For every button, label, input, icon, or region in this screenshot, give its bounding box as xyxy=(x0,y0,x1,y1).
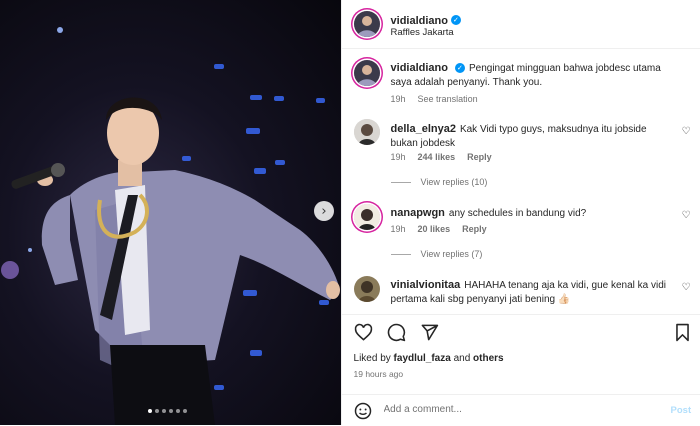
caption: vidialdiano ✓ Pengingat mingguan bahwa job… xyxy=(391,61,676,90)
avatar[interactable] xyxy=(353,60,380,86)
reply-button[interactable]: Reply xyxy=(467,152,492,162)
post-timestamp[interactable]: 19 hours ago xyxy=(354,369,404,379)
carousel-dot xyxy=(162,409,166,413)
comment-username[interactable]: nanapwgn xyxy=(391,207,445,219)
post-photo[interactable]: › xyxy=(0,0,341,425)
liked-by-user[interactable]: faydlul_faza xyxy=(394,353,451,364)
heart-icon[interactable]: ♡ xyxy=(682,126,691,137)
comment-meta: 19h 244 likes Reply xyxy=(391,152,492,162)
comment-meta: 19h 20 likes Reply xyxy=(391,224,487,234)
comment: vinialvionitaa HAHAHA tenang aja ka vidi,… xyxy=(391,278,676,307)
liked-by-and: and xyxy=(453,353,471,364)
verified-badge-icon: ✓ xyxy=(454,63,465,74)
emoji-icon[interactable] xyxy=(354,402,372,420)
post-header: vidialdiano ✓ Raffles Jakarta xyxy=(341,0,700,49)
avatar[interactable] xyxy=(353,119,380,145)
comment-composer: Post xyxy=(341,394,700,426)
carousel-dot xyxy=(176,409,180,413)
comment: nanapwgn any schedules in bandung vid? xyxy=(391,206,676,221)
comment-likes[interactable]: 20 likes xyxy=(418,224,451,234)
heart-icon[interactable] xyxy=(354,323,373,342)
divider xyxy=(390,181,411,183)
avatar[interactable] xyxy=(353,11,380,37)
see-translation-link[interactable]: See translation xyxy=(418,94,478,104)
view-replies-button[interactable]: View replies (10) xyxy=(390,177,488,187)
heart-icon[interactable]: ♡ xyxy=(682,282,691,293)
comment-username[interactable]: vinialvionitaa xyxy=(391,279,461,291)
heart-icon[interactable]: ♡ xyxy=(682,210,691,221)
carousel-indicator xyxy=(148,409,187,413)
liked-by-prefix: Liked by xyxy=(353,353,391,364)
liked-by-others[interactable]: others xyxy=(473,353,504,364)
chevron-right-icon: › xyxy=(321,203,327,219)
avatar[interactable] xyxy=(353,204,380,230)
post-side-panel: vidialdiano ✓ Raffles Jakarta vidialdiano… xyxy=(340,0,700,426)
comment-age[interactable]: 19h xyxy=(391,152,406,162)
caption-username[interactable]: vidialdiano xyxy=(391,62,448,74)
caption-meta: 19h See translation xyxy=(391,94,478,104)
view-replies-label: View replies (10) xyxy=(420,177,488,187)
username-link[interactable]: vidialdiano xyxy=(391,15,448,27)
reply-button[interactable]: Reply xyxy=(462,224,487,234)
view-replies-button[interactable]: View replies (7) xyxy=(390,249,483,259)
post-button[interactable]: Post xyxy=(671,405,692,416)
add-comment-input[interactable] xyxy=(381,403,646,416)
comment-icon[interactable] xyxy=(387,323,406,342)
performer-illustration xyxy=(1,27,340,425)
comment-age[interactable]: 19h xyxy=(391,224,406,234)
comment-likes[interactable]: 244 likes xyxy=(418,152,456,162)
view-replies-label: View replies (7) xyxy=(420,249,483,259)
next-photo-button[interactable]: › xyxy=(314,201,334,221)
post-actions: Liked by faydlul_faza and others 19 hour… xyxy=(341,314,700,426)
action-bar xyxy=(354,323,439,342)
comment-text: any schedules in bandung vid? xyxy=(448,208,587,219)
carousel-dot xyxy=(155,409,159,413)
bookmark-icon[interactable] xyxy=(674,323,691,342)
carousel-dot xyxy=(169,409,173,413)
verified-badge-icon: ✓ xyxy=(450,14,461,25)
carousel-dot xyxy=(183,409,187,413)
comment-username[interactable]: della_elnya2 xyxy=(391,123,456,135)
divider xyxy=(390,253,411,255)
location-link[interactable]: Raffles Jakarta xyxy=(391,27,454,38)
comment: della_elnya2 Kak Vidi typo guys, maksudny… xyxy=(391,122,676,151)
caption-age[interactable]: 19h xyxy=(391,94,406,104)
post-dialog: › vidialdiano ✓ Raffles Jakarta vidialdi… xyxy=(0,0,700,425)
avatar[interactable] xyxy=(353,276,380,302)
share-icon[interactable] xyxy=(420,323,439,342)
carousel-dot xyxy=(148,409,152,413)
liked-by: Liked by faydlul_faza and others xyxy=(354,353,504,364)
